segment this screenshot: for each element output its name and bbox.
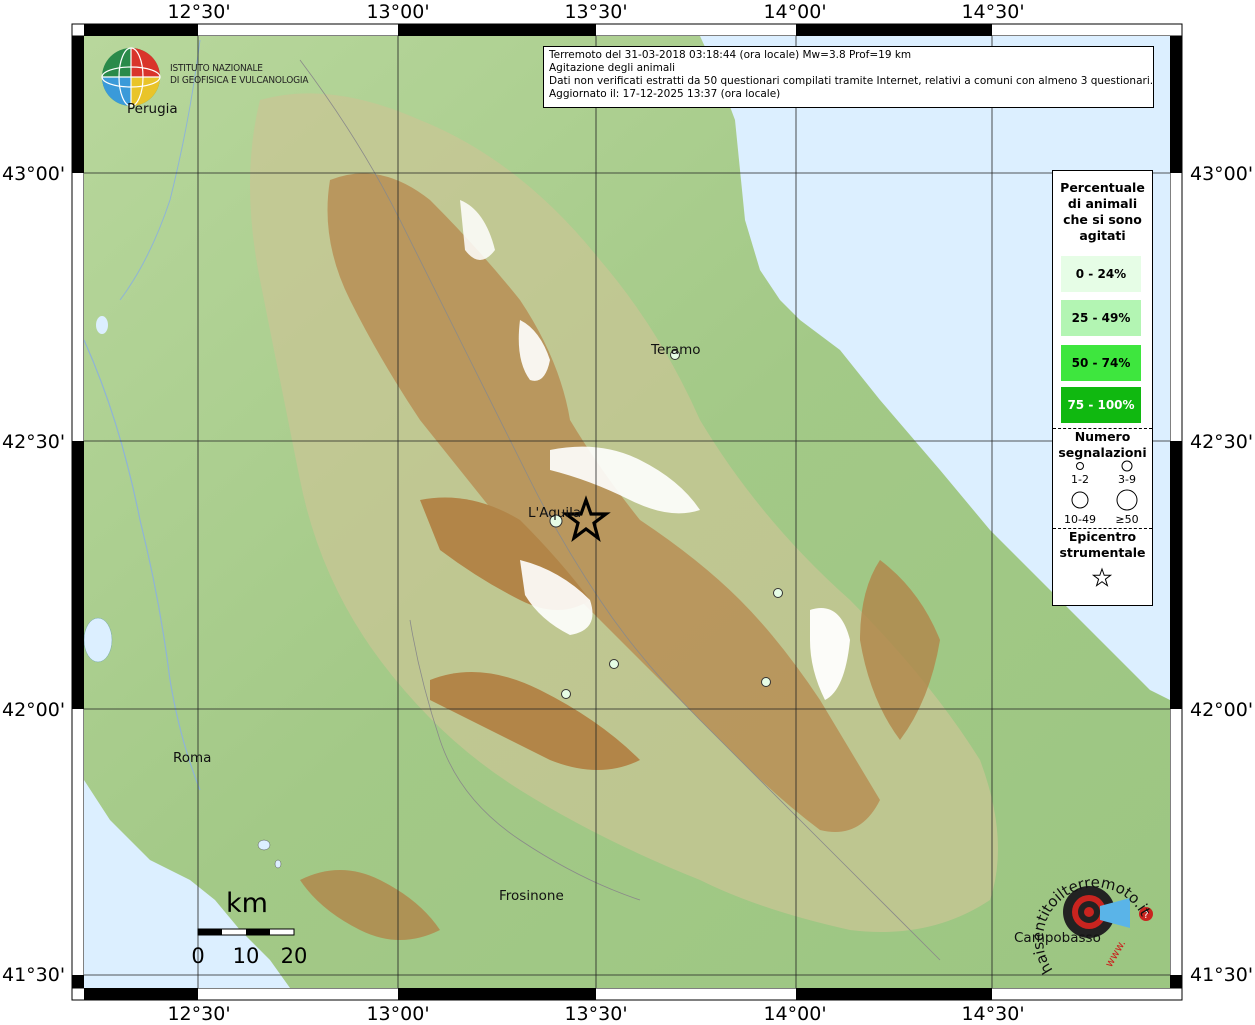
lon-label-top: 13°00' xyxy=(366,1,430,23)
map-subject: Agitazione degli animali xyxy=(549,62,676,74)
place-frosinone: Frosinone xyxy=(499,888,564,904)
lon-label-bottom: 12°30' xyxy=(167,1003,231,1025)
scale-unit: km xyxy=(226,888,268,919)
logo-line2: DI GEOFISICA E VULCANOLOGIA xyxy=(170,75,309,86)
legend-size-label: ≥50 xyxy=(1115,513,1139,526)
svg-text:haisentitoilterremoto.it: haisentitoilterremoto.it xyxy=(1029,873,1155,977)
scale-tick: 0 xyxy=(191,944,205,968)
scale-bar xyxy=(197,928,295,936)
globe-icon xyxy=(101,47,161,107)
legend-panel: Percentuale di animali che si sono agita… xyxy=(1052,170,1153,606)
place-teramo: Teramo xyxy=(651,342,701,358)
place-laquila: L'Aquila xyxy=(528,505,582,521)
legend-class: 25 - 49% xyxy=(1061,300,1141,336)
lat-label-left: 42°00' xyxy=(2,699,66,721)
data-note: Dati non verificati estratti da 50 quest… xyxy=(549,75,1154,87)
scale-tick: 10 xyxy=(232,944,260,968)
stamp-site-text: haisentitoilterremoto.it xyxy=(1029,873,1155,977)
lon-label-bottom: 13°30' xyxy=(564,1003,628,1025)
report-point[interactable] xyxy=(761,677,771,687)
legend-class: 0 - 24% xyxy=(1061,256,1141,292)
legend-size-label: 1-2 xyxy=(1071,473,1089,486)
logo-line1: ISTITUTO NAZIONALE xyxy=(170,63,263,74)
report-point[interactable] xyxy=(773,588,783,598)
legend-class: 75 - 100% xyxy=(1061,387,1141,423)
lat-label-right: 43°00' xyxy=(1190,163,1254,185)
legend-size-label: 3-9 xyxy=(1118,473,1136,486)
event-info-box: Terremoto del 31-03-2018 03:18:44 (ora l… xyxy=(543,46,1154,108)
report-point[interactable] xyxy=(609,659,619,669)
lon-label-top: 14°00' xyxy=(763,1,827,23)
updated-at: Aggiornato il: 17-12-2025 13:37 (ora loc… xyxy=(549,88,781,100)
legend-epicenter-title: strumentale xyxy=(1059,545,1146,560)
lon-label-bottom: 14°30' xyxy=(961,1003,1025,1025)
place-roma: Roma xyxy=(173,750,212,766)
lat-label-left: 43°00' xyxy=(2,163,66,185)
legend-title: di animali xyxy=(1067,196,1138,211)
stamp-url-text: www. xyxy=(1102,937,1128,969)
lat-label-right: 42°00' xyxy=(1190,699,1254,721)
legend-size-label: 10-49 xyxy=(1064,513,1096,526)
terrain xyxy=(84,36,1170,988)
lon-label-top: 14°30' xyxy=(961,1,1025,23)
lat-label-right: 42°30' xyxy=(1190,431,1254,453)
legend-title: Percentuale xyxy=(1060,180,1145,195)
lon-label-bottom: 14°00' xyxy=(763,1003,827,1025)
scale-tick: 20 xyxy=(280,944,308,968)
event-title: Terremoto del 31-03-2018 03:18:44 (ora l… xyxy=(549,49,912,61)
legend-class: 50 - 74% xyxy=(1061,345,1141,381)
legend-epicenter-title: Epicentro xyxy=(1068,529,1137,544)
lon-label-top: 12°30' xyxy=(167,1,231,23)
legend-count-title: Numero xyxy=(1074,429,1131,444)
legend-star-icon xyxy=(1091,567,1113,587)
report-point[interactable] xyxy=(561,689,571,699)
lon-label-bottom: 13°00' xyxy=(366,1003,430,1025)
lat-label-left: 41°30' xyxy=(2,964,66,986)
place-perugia: Perugia xyxy=(127,101,178,117)
lon-label-top: 13°30' xyxy=(564,1,628,23)
legend-title: agitati xyxy=(1079,228,1126,243)
stamp-text: haisentitoilterremoto.it www. xyxy=(1029,873,1155,977)
lat-label-left: 42°30' xyxy=(2,431,66,453)
legend-title: che si sono xyxy=(1063,212,1142,227)
lat-label-right: 41°30' xyxy=(1190,964,1254,986)
